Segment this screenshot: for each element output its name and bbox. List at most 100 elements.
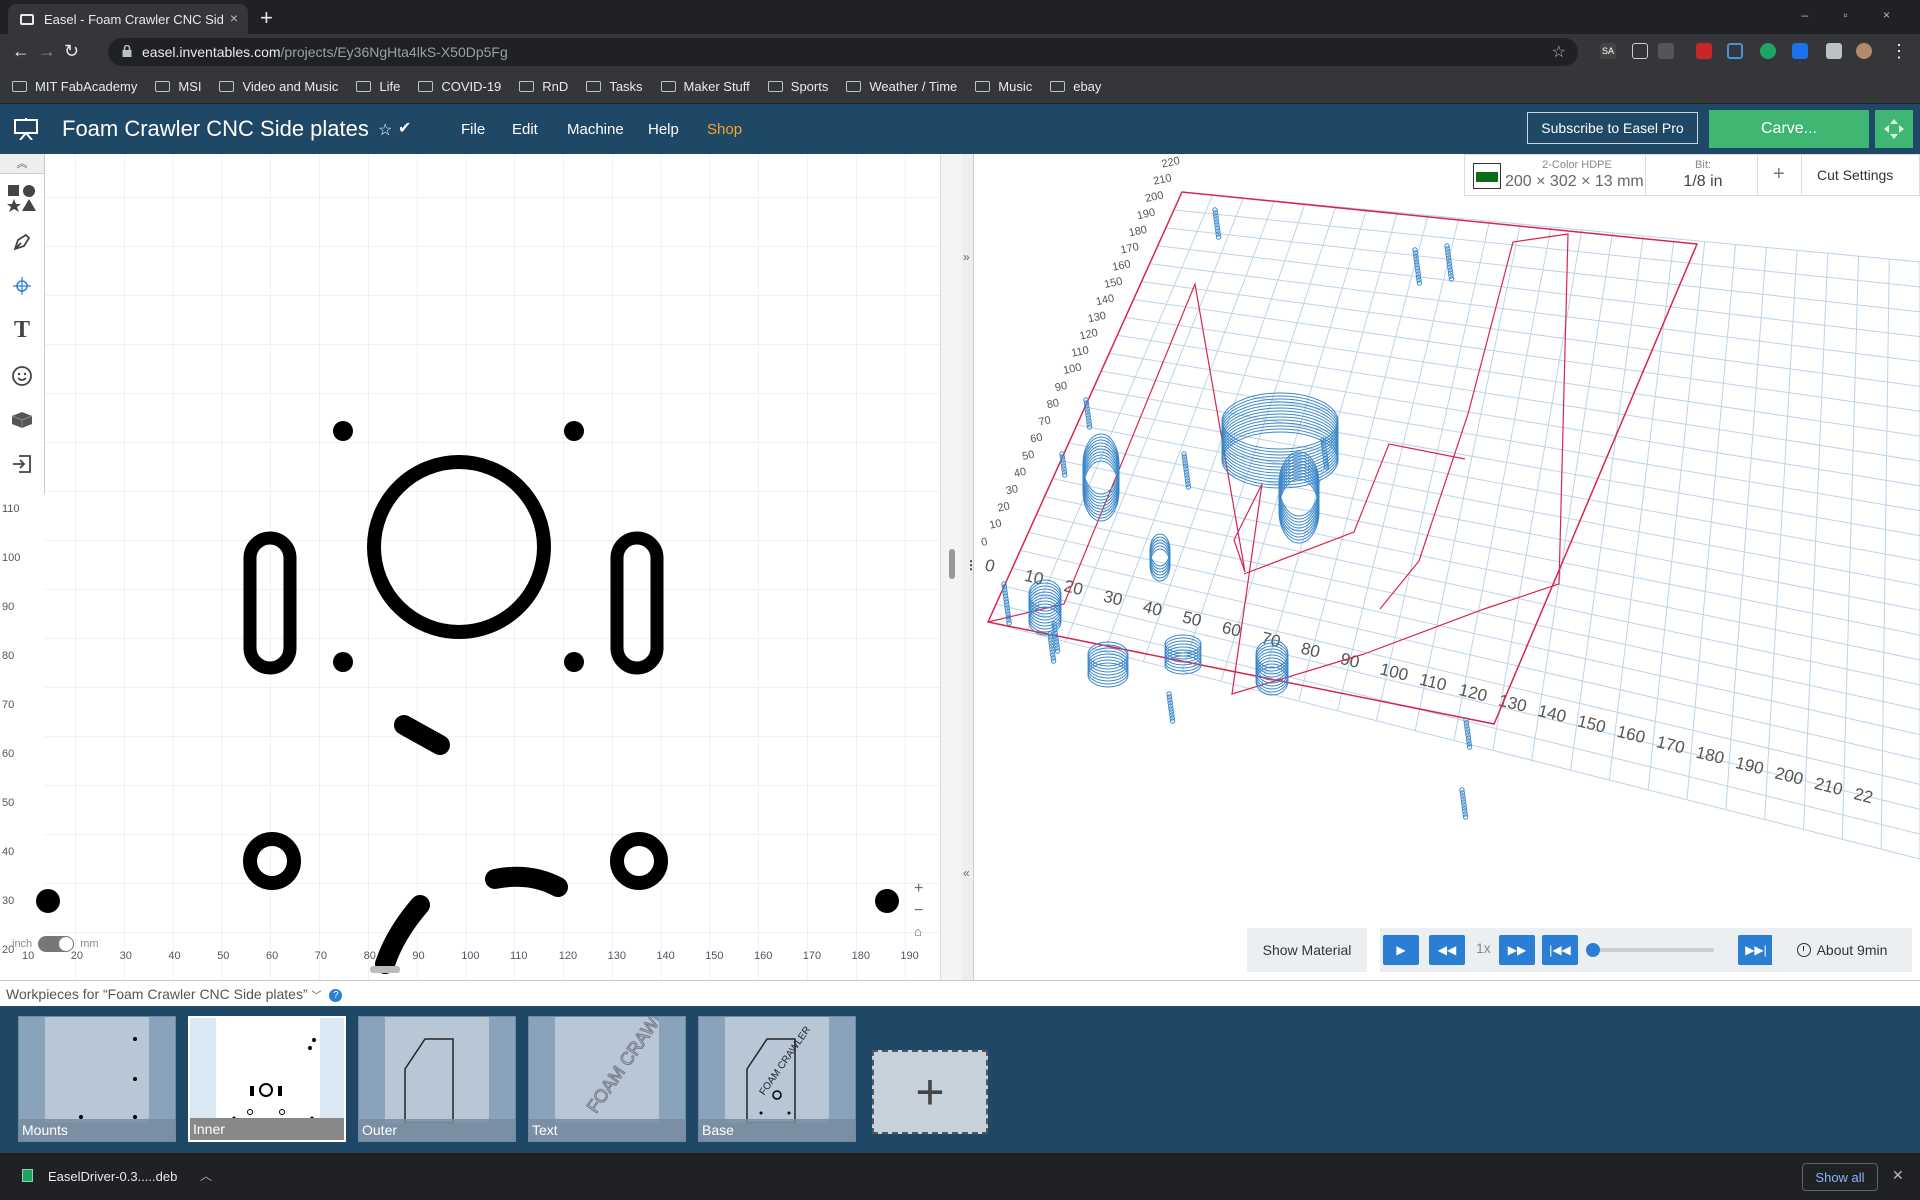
bookmark-folder[interactable]: MSI bbox=[155, 79, 201, 94]
zoom-out-button[interactable]: − bbox=[914, 902, 923, 920]
bookmark-folder[interactable]: Sports bbox=[767, 79, 828, 94]
rewind-icon[interactable]: ◀◀ bbox=[1429, 935, 1465, 965]
bookmark-folder[interactable]: Maker Stuff bbox=[660, 79, 750, 94]
browser-menu-icon[interactable]: ⋮ bbox=[1890, 42, 1908, 60]
show-material-button[interactable]: Show Material bbox=[1247, 928, 1367, 972]
menu-machine[interactable]: Machine bbox=[567, 121, 624, 138]
reload-icon[interactable]: ↻ bbox=[64, 42, 79, 60]
unit-toggle[interactable]: inch mm bbox=[12, 936, 99, 952]
close-icon[interactable]: ✕ bbox=[1892, 1167, 1904, 1184]
subscribe-pro-button[interactable]: Subscribe to Easel Pro bbox=[1527, 112, 1698, 144]
easel-logo-icon[interactable] bbox=[14, 118, 38, 140]
extension-layers-icon[interactable] bbox=[1727, 43, 1743, 59]
material-swatch-icon[interactable] bbox=[1473, 163, 1501, 189]
extension-sa-icon[interactable]: SA bbox=[1600, 43, 1616, 59]
bookmark-folder[interactable]: Tasks bbox=[586, 79, 643, 94]
svg-text:FOAM CRAWLER: FOAM CRAWLER bbox=[583, 1017, 659, 1116]
mount-hole[interactable] bbox=[564, 652, 584, 672]
scroll-thumb[interactable] bbox=[949, 549, 955, 579]
point-tool-button[interactable] bbox=[6, 270, 38, 302]
bookmark-folder[interactable]: Weather / Time bbox=[846, 79, 957, 94]
project-title[interactable]: Foam Crawler CNC Side plates bbox=[62, 116, 369, 142]
extension-s-icon[interactable] bbox=[1792, 43, 1808, 59]
bookmark-folder[interactable]: Life bbox=[356, 79, 400, 94]
menu-file[interactable]: File bbox=[461, 121, 485, 138]
bookmark-folder[interactable]: COVID-19 bbox=[418, 79, 501, 94]
extensions-puzzle-icon[interactable] bbox=[1826, 43, 1842, 59]
workpiece-card[interactable]: Mounts bbox=[18, 1016, 176, 1142]
extension-cloud-icon[interactable] bbox=[1632, 43, 1648, 59]
icon-tool-button[interactable] bbox=[6, 360, 38, 392]
mount-hole[interactable] bbox=[564, 421, 584, 441]
lower-arc-slot[interactable] bbox=[485, 866, 568, 897]
menu-shop[interactable]: Shop bbox=[707, 121, 742, 138]
carve-button[interactable]: Carve... bbox=[1709, 110, 1869, 148]
text-tool-icon[interactable]: T bbox=[6, 314, 38, 346]
material-name[interactable]: 2-Color HDPE bbox=[1513, 159, 1641, 171]
bit-value[interactable]: 1/8 in bbox=[1675, 173, 1731, 191]
extension-shield-icon[interactable] bbox=[1760, 43, 1776, 59]
panel-divider[interactable]: » ⋮ « bbox=[962, 154, 977, 980]
collapse-left-icon[interactable]: « bbox=[963, 866, 970, 880]
import-tool-button[interactable] bbox=[6, 448, 38, 480]
bookmark-folder[interactable]: ebay bbox=[1050, 79, 1101, 94]
simulation-progress-slider[interactable] bbox=[1590, 948, 1714, 952]
mount-hole[interactable] bbox=[875, 889, 899, 913]
favorite-star-icon[interactable]: ☆ bbox=[378, 120, 392, 140]
collapse-tools-icon[interactable]: ︽ bbox=[0, 154, 44, 174]
download-file-name[interactable]: EaselDriver-0.3.....deb bbox=[48, 1169, 177, 1184]
bookmark-folder[interactable]: RnD bbox=[519, 79, 568, 94]
design-canvas[interactable]: 10 20 30 40 50 60 70 80 90 100 110 120 130 140 150 160 1… bbox=[0, 154, 945, 980]
workpieces-header[interactable]: Workpieces for “Foam Crawler CNC Side pl… bbox=[0, 980, 1920, 1006]
carve-preview[interactable]: 0 10 20 30 40 50 60 70 80 90 100 110 120 130 140 150 160… bbox=[974, 154, 1920, 980]
add-workpiece-button[interactable]: + bbox=[872, 1050, 988, 1134]
home-icon[interactable]: ⌂ bbox=[914, 924, 923, 939]
horizontal-scrollbar[interactable] bbox=[370, 966, 400, 973]
apps-tool-button[interactable] bbox=[6, 404, 38, 436]
show-all-button[interactable]: Show all bbox=[1802, 1163, 1878, 1191]
workpiece-card[interactable]: FOAM CRAWLER Base bbox=[698, 1016, 856, 1142]
fast-forward-icon[interactable]: ▶▶ bbox=[1499, 935, 1535, 965]
bookmark-folder[interactable]: Music bbox=[975, 79, 1032, 94]
collapse-right-icon[interactable]: » bbox=[963, 250, 970, 264]
forward-icon[interactable]: → bbox=[38, 42, 56, 60]
vertical-scrollbar[interactable] bbox=[940, 154, 962, 980]
slider-knob[interactable] bbox=[1586, 943, 1600, 957]
workpiece-card[interactable]: Outer bbox=[358, 1016, 516, 1142]
expand-preview-button[interactable] bbox=[1875, 110, 1913, 148]
browser-tab[interactable]: Easel - Foam Crawler CNC Sid × bbox=[8, 4, 248, 34]
workpiece-card[interactable]: FOAM CRAWLER Text bbox=[528, 1016, 686, 1142]
window-controls[interactable]: – ▫ × bbox=[1801, 8, 1906, 22]
skip-start-icon[interactable]: |◀◀ bbox=[1542, 935, 1578, 965]
cut-settings-button[interactable]: Cut Settings bbox=[1817, 167, 1893, 183]
unit-switch[interactable] bbox=[38, 936, 75, 952]
bookmark-folder[interactable]: MIT FabAcademy bbox=[12, 79, 137, 94]
back-icon[interactable]: ← bbox=[12, 42, 30, 60]
profile-avatar[interactable] bbox=[1856, 43, 1872, 59]
new-tab-button[interactable]: + bbox=[260, 5, 273, 31]
bookmark-star-icon[interactable]: ☆ bbox=[1552, 42, 1566, 62]
material-size[interactable]: 200 × 302 × 13 mm bbox=[1505, 173, 1644, 191]
mount-hole[interactable] bbox=[36, 889, 60, 913]
chevron-up-icon[interactable]: ︿ bbox=[200, 1167, 212, 1184]
pen-tool-button[interactable] bbox=[6, 226, 38, 258]
mount-hole[interactable] bbox=[333, 652, 353, 672]
tab-close-icon[interactable]: × bbox=[230, 10, 238, 26]
zoom-in-button[interactable]: + bbox=[914, 880, 923, 898]
chevron-down-icon[interactable]: ﹀ bbox=[312, 991, 322, 1002]
menu-edit[interactable]: Edit bbox=[512, 121, 538, 138]
playback-speed[interactable]: 1x bbox=[1476, 940, 1491, 956]
extension-mask-icon[interactable] bbox=[1658, 43, 1674, 59]
menu-help[interactable]: Help bbox=[648, 121, 679, 138]
mount-hole[interactable] bbox=[333, 421, 353, 441]
y-axis-label: 20 bbox=[997, 500, 1011, 514]
skip-end-icon[interactable]: ▶▶| bbox=[1738, 935, 1774, 965]
extension-red-icon[interactable] bbox=[1696, 43, 1712, 59]
add-bit-button[interactable]: + bbox=[1773, 163, 1785, 186]
address-bar[interactable]: easel.inventables.com/projects/Ey36NgHta… bbox=[108, 38, 1578, 66]
workpiece-card-active[interactable]: Inner bbox=[188, 1016, 346, 1142]
shapes-tool-button[interactable] bbox=[6, 182, 38, 214]
play-icon[interactable]: ▶ bbox=[1383, 935, 1419, 965]
bookmark-folder[interactable]: Video and Music bbox=[219, 79, 338, 94]
help-icon[interactable]: ? bbox=[329, 988, 343, 1002]
